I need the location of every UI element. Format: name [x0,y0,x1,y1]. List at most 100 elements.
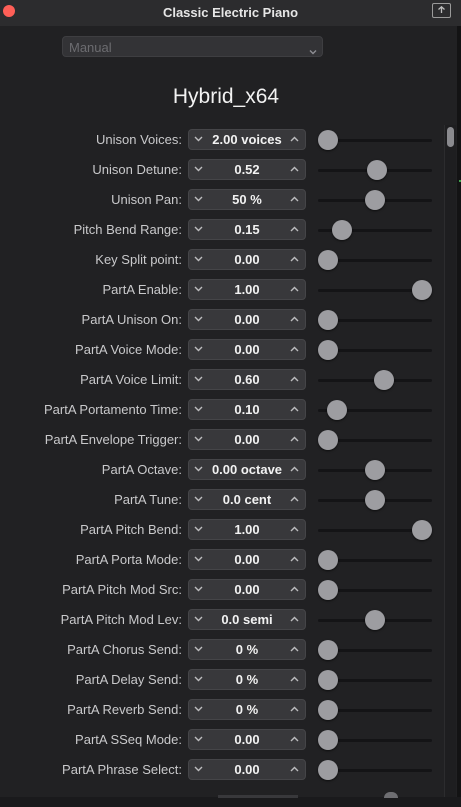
parameter-slider[interactable] [318,730,432,750]
parameter-stepper[interactable]: 0.00 octave [188,459,306,480]
scrollbar-thumb[interactable] [447,127,454,147]
share-icon[interactable] [432,3,451,18]
parameter-slider[interactable] [318,280,432,300]
scrollbar[interactable] [444,125,456,797]
parameter-value[interactable]: 0.00 [209,432,285,447]
parameter-slider[interactable] [318,580,432,600]
parameter-stepper[interactable]: 0.0 cent [188,489,306,510]
slider-knob[interactable] [365,490,385,510]
chevron-up-icon[interactable] [285,310,305,329]
slider-knob[interactable] [318,670,338,690]
chevron-down-icon[interactable] [189,730,209,749]
parameter-stepper[interactable]: 0.00 [188,339,306,360]
parameter-slider[interactable] [318,160,432,180]
parameter-value[interactable]: 0 % [209,672,285,687]
parameter-slider[interactable] [318,610,432,630]
chevron-down-icon[interactable] [189,760,209,779]
chevron-up-icon[interactable] [285,190,305,209]
chevron-up-icon[interactable] [285,760,305,779]
parameter-stepper[interactable]: 1.00 [188,519,306,540]
parameter-value[interactable]: 0 % [209,642,285,657]
parameter-value[interactable]: 0 % [209,702,285,717]
chevron-up-icon[interactable] [285,520,305,539]
parameter-stepper[interactable]: 0.52 [188,159,306,180]
slider-knob[interactable] [318,310,338,330]
parameter-value[interactable]: 1.00 [209,282,285,297]
slider-knob[interactable] [318,430,338,450]
parameter-value[interactable]: 0.0 semi [209,612,285,627]
slider-knob[interactable] [318,130,338,150]
chevron-up-icon[interactable] [285,130,305,149]
chevron-up-icon[interactable] [285,280,305,299]
slider-knob[interactable] [318,550,338,570]
parameter-value[interactable]: 0.00 [209,552,285,567]
parameter-slider[interactable] [318,220,432,240]
chevron-down-icon[interactable] [189,220,209,239]
parameter-stepper[interactable]: 0.00 [188,759,306,780]
chevron-down-icon[interactable] [189,490,209,509]
chevron-up-icon[interactable] [285,160,305,179]
parameter-value[interactable]: 50 % [209,192,285,207]
chevron-down-icon[interactable] [189,670,209,689]
parameter-value[interactable]: 0.60 [209,372,285,387]
parameter-stepper[interactable]: 0.00 [188,549,306,570]
parameter-value[interactable]: 0.10 [209,402,285,417]
parameter-slider[interactable] [318,310,432,330]
chevron-down-icon[interactable] [189,640,209,659]
chevron-down-icon[interactable] [189,280,209,299]
chevron-down-icon[interactable] [189,190,209,209]
slider-knob[interactable] [318,250,338,270]
chevron-down-icon[interactable] [189,370,209,389]
parameter-value[interactable]: 0.00 [209,342,285,357]
slider-knob[interactable] [367,160,387,180]
slider-knob[interactable] [318,730,338,750]
parameter-stepper[interactable]: 0.00 [188,249,306,270]
slider-knob[interactable] [318,580,338,600]
slider-knob[interactable] [318,640,338,660]
parameter-stepper[interactable]: 50 % [188,189,306,210]
parameter-stepper[interactable]: 1.00 [188,279,306,300]
parameter-value[interactable]: 0.00 octave [209,462,285,477]
chevron-up-icon[interactable] [285,580,305,599]
slider-knob[interactable] [365,610,385,630]
slider-knob[interactable] [412,280,432,300]
parameter-value[interactable]: 0.00 [209,582,285,597]
parameter-value[interactable]: 1.00 [209,522,285,537]
chevron-down-icon[interactable] [189,310,209,329]
parameter-slider[interactable] [318,460,432,480]
parameter-slider[interactable] [318,700,432,720]
chevron-down-icon[interactable] [189,400,209,419]
parameter-value[interactable]: 0.15 [209,222,285,237]
parameter-stepper[interactable]: 0.60 [188,369,306,390]
slider-knob[interactable] [318,700,338,720]
chevron-down-icon[interactable] [189,160,209,179]
parameter-slider[interactable] [318,640,432,660]
chevron-down-icon[interactable] [189,520,209,539]
chevron-down-icon[interactable] [189,580,209,599]
chevron-up-icon[interactable] [285,400,305,419]
parameter-value[interactable]: 0.0 cent [209,492,285,507]
parameter-slider[interactable] [318,190,432,210]
chevron-down-icon[interactable] [189,460,209,479]
parameter-stepper[interactable]: 0.00 [188,429,306,450]
parameter-stepper[interactable]: 0 % [188,669,306,690]
chevron-up-icon[interactable] [285,340,305,359]
parameter-value[interactable]: 0.52 [209,162,285,177]
parameter-stepper[interactable]: 0.15 [188,219,306,240]
slider-knob[interactable] [374,370,394,390]
slider-knob[interactable] [332,220,352,240]
chevron-up-icon[interactable] [285,610,305,629]
parameter-value[interactable]: 2.00 voices [209,132,285,147]
chevron-up-icon[interactable] [285,730,305,749]
chevron-down-icon[interactable] [189,340,209,359]
chevron-up-icon[interactable] [285,370,305,389]
chevron-up-icon[interactable] [285,490,305,509]
parameter-slider[interactable] [318,520,432,540]
parameter-stepper[interactable]: 0.00 [188,579,306,600]
chevron-down-icon[interactable] [189,610,209,629]
parameter-stepper[interactable]: 0.00 [188,309,306,330]
parameter-slider[interactable] [318,400,432,420]
slider-knob[interactable] [365,460,385,480]
chevron-up-icon[interactable] [285,550,305,569]
chevron-down-icon[interactable] [189,700,209,719]
